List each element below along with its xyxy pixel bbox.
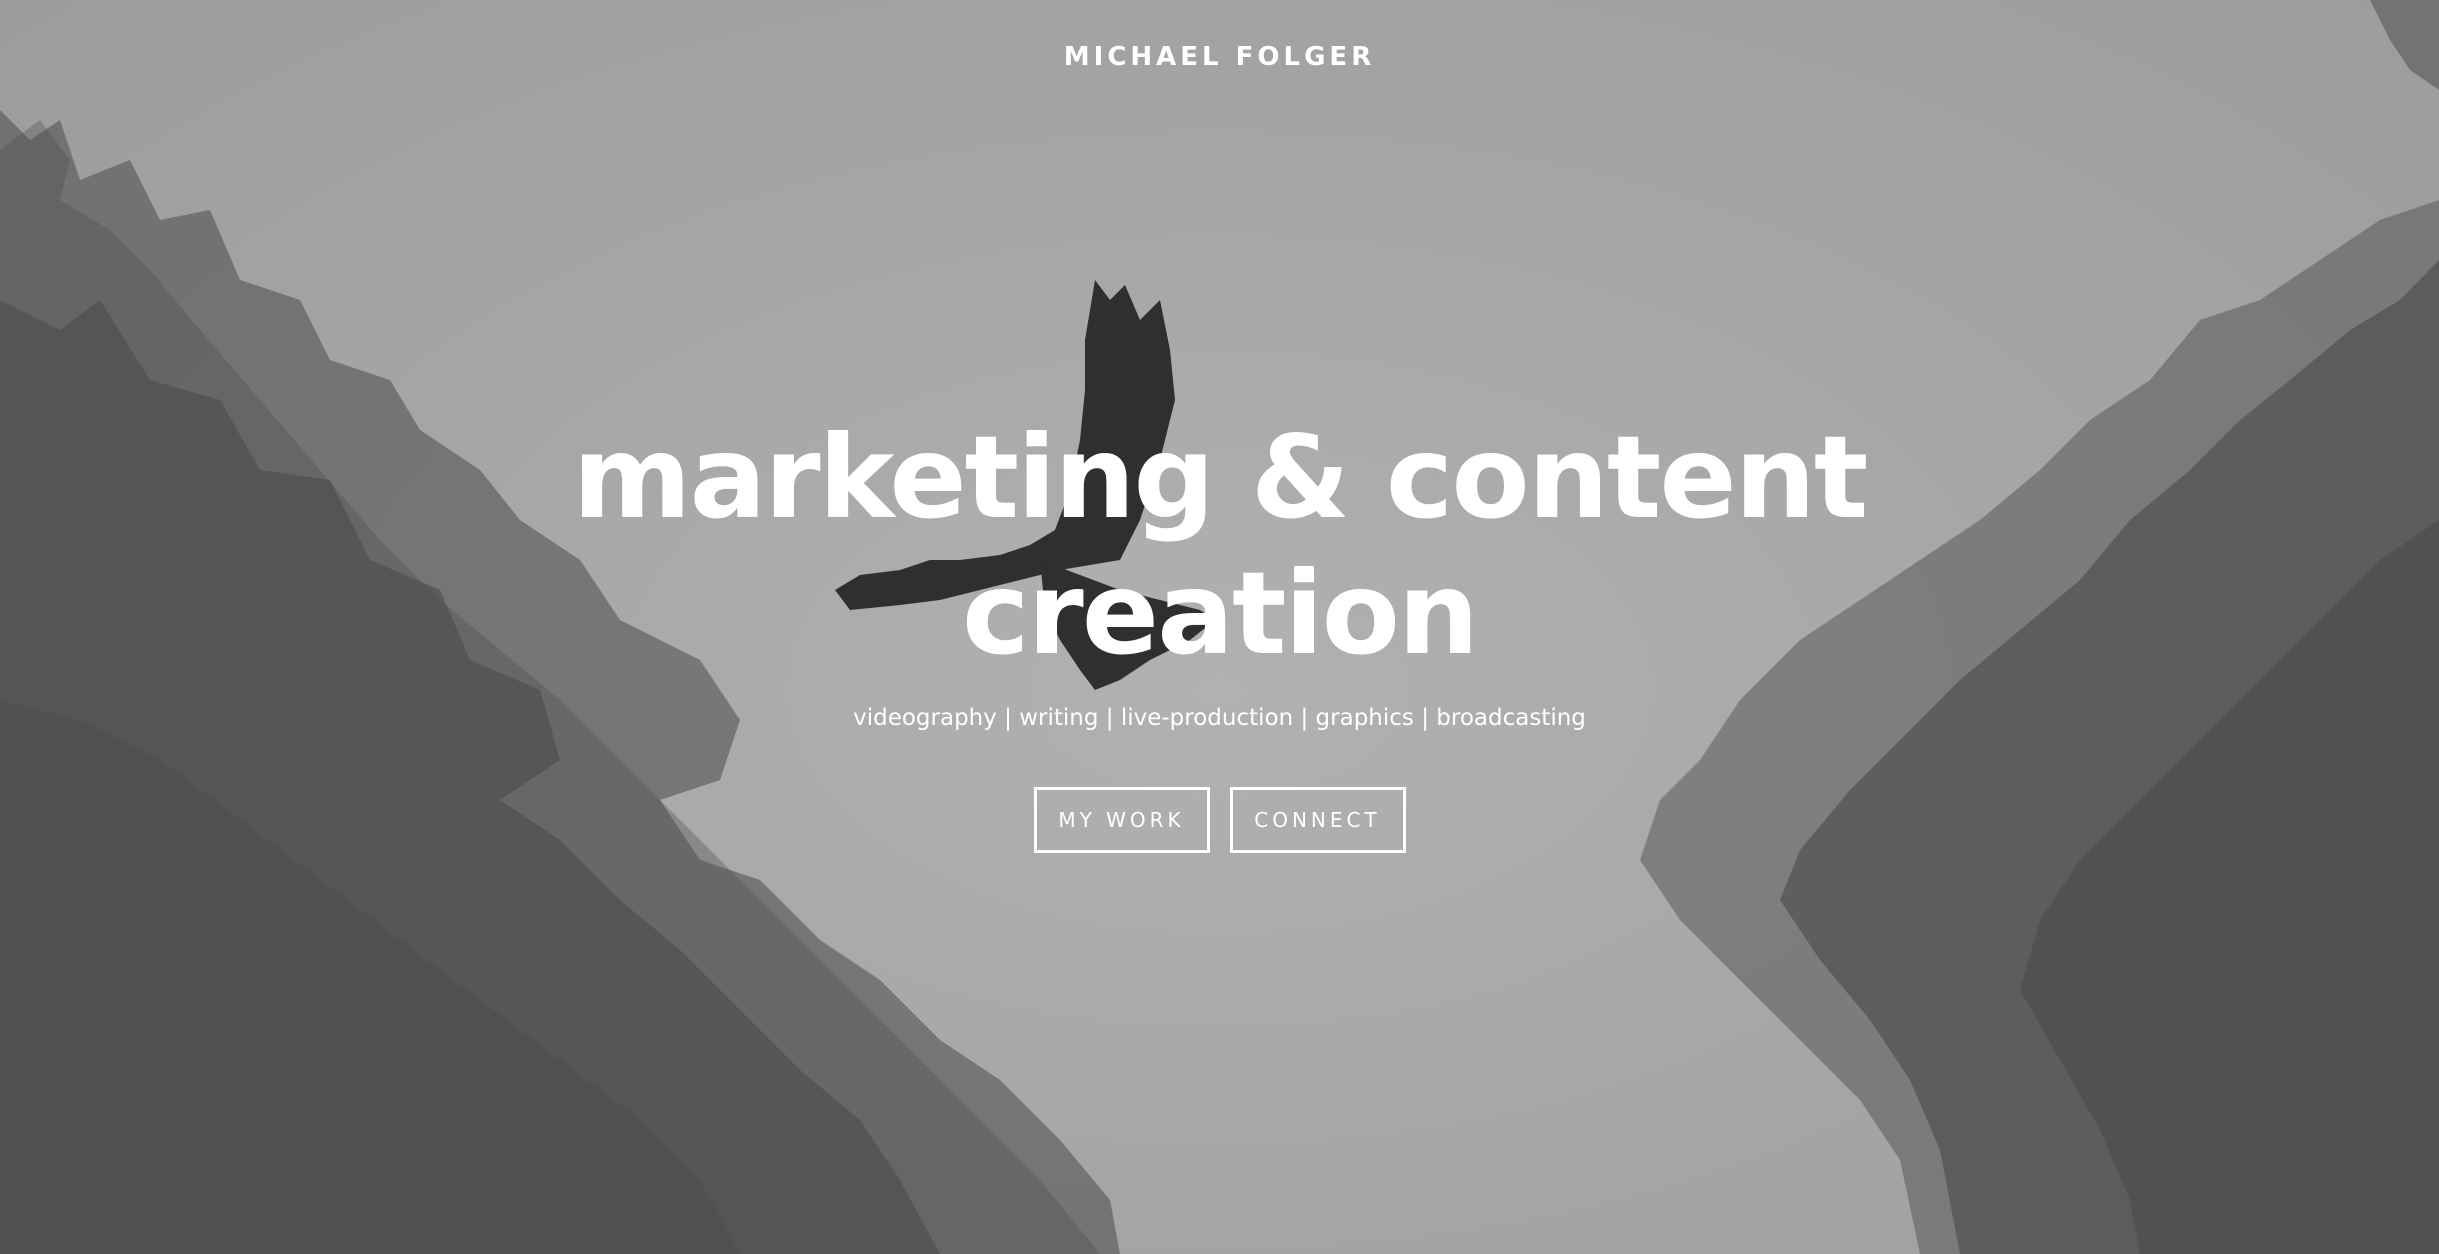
- hero-headline-line2: creation: [961, 547, 1479, 680]
- hero-subtitle: videography | writing | live-production …: [853, 705, 1586, 731]
- hero-headline: marketing & content creation: [0, 410, 2439, 682]
- site-title[interactable]: MICHAEL FOLGER: [0, 42, 2439, 72]
- hero-buttons: MY WORK CONNECT: [0, 787, 2439, 853]
- my-work-button[interactable]: MY WORK: [1033, 787, 1210, 853]
- left-pine-tree: [0, 110, 1120, 1254]
- hero-section: MICHAEL FOLGER marketing & content creat…: [0, 0, 2439, 1254]
- connect-button[interactable]: CONNECT: [1229, 787, 1406, 853]
- hero-headline-line1: marketing & content: [572, 411, 1869, 544]
